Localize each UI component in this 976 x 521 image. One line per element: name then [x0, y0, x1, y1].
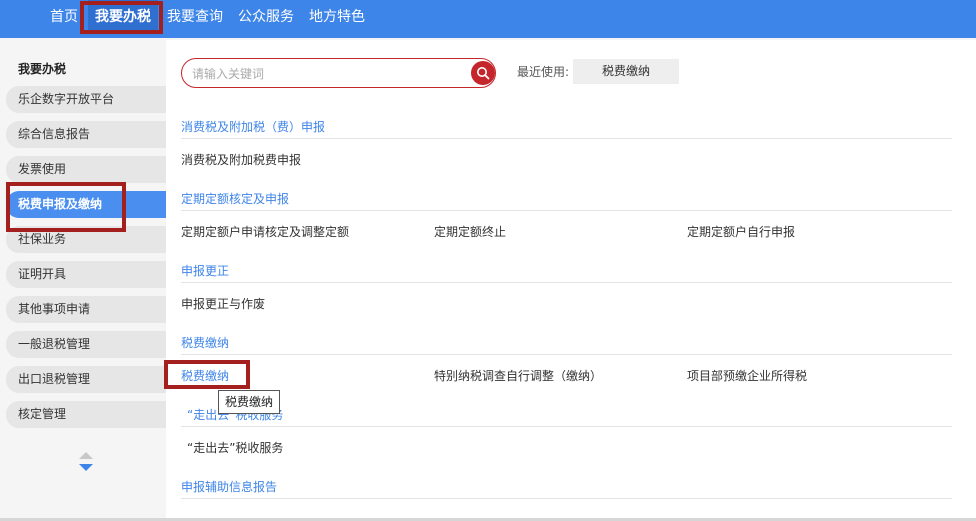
nav-home[interactable]: 首页 [50, 0, 78, 34]
sidebar-item-other-requests[interactable]: 其他事项申请 [6, 296, 166, 323]
sidebar-title: 我要办税 [18, 62, 67, 76]
tooltip: 税费缴纳 [218, 390, 281, 414]
section-title-tax-payment[interactable]: 税费缴纳 [181, 334, 229, 351]
divider [181, 210, 952, 211]
nav-local-features[interactable]: 地方特色 [309, 0, 365, 34]
sidebar-item-tax-declaration[interactable]: 税费申报及缴纳 [6, 191, 166, 218]
search-input[interactable] [192, 64, 462, 84]
sidebar-item-social-security[interactable]: 社保业务 [6, 226, 166, 253]
link-consumption-tax-declare[interactable]: 消费税及附加税费申报 [181, 151, 301, 168]
section-title-fixed-quota[interactable]: 定期定额核定及申报 [181, 190, 289, 207]
divider [181, 138, 952, 139]
scroll-up-icon[interactable] [79, 452, 93, 459]
search-button[interactable] [471, 61, 495, 85]
sidebar-item-assessment[interactable]: 核定管理 [6, 401, 166, 428]
section-title-auxiliary-info[interactable]: 申报辅助信息报告 [181, 478, 277, 495]
sidebar-item-certificate[interactable]: 证明开具 [6, 261, 166, 288]
sidebar-item-info-report[interactable]: 综合信息报告 [6, 121, 166, 148]
main-content: 最近使用: 税费缴纳 消费税及附加税（费）申报 消费税及附加税费申报 定期定额核… [166, 40, 976, 521]
link-correction-void[interactable]: 申报更正与作废 [181, 295, 265, 312]
divider [181, 498, 952, 499]
divider [181, 426, 952, 427]
search-box [181, 58, 496, 88]
section-title-correction[interactable]: 申报更正 [181, 262, 229, 279]
top-nav: 首页 我要办税 我要查询 公众服务 地方特色 [0, 0, 976, 38]
sidebar-item-general-refund[interactable]: 一般退税管理 [6, 331, 166, 358]
link-project-prepaid-income-tax[interactable]: 项目部预缴企业所得税 [687, 367, 807, 384]
sidebar-item-leqi-platform[interactable]: 乐企数字开放平台 [6, 86, 166, 113]
sidebar: 我要办税 乐企数字开放平台 综合信息报告 发票使用 税费申报及缴纳 社保业务 证… [0, 40, 166, 521]
link-fixed-quota-apply[interactable]: 定期定额户申请核定及调整定额 [181, 223, 349, 240]
scroll-down-icon[interactable] [79, 464, 93, 471]
link-tax-payment[interactable]: 税费缴纳 [181, 367, 229, 384]
link-special-adjustment[interactable]: 特别纳税调查自行调整（缴纳） [434, 367, 602, 384]
divider [181, 282, 952, 283]
section-title-consumption-tax[interactable]: 消费税及附加税（费）申报 [181, 118, 325, 135]
sidebar-item-invoice[interactable]: 发票使用 [6, 156, 166, 183]
sidebar-item-export-refund[interactable]: 出口退税管理 [6, 366, 166, 393]
nav-query[interactable]: 我要查询 [167, 0, 223, 34]
link-fixed-quota-self-declare[interactable]: 定期定额户自行申报 [687, 223, 795, 240]
nav-public-service[interactable]: 公众服务 [238, 0, 294, 34]
divider [181, 354, 952, 355]
link-fixed-quota-terminate[interactable]: 定期定额终止 [434, 223, 506, 240]
nav-tax-handling[interactable]: 我要办税 [88, 0, 158, 34]
search-icon [477, 67, 490, 80]
link-going-global-service[interactable]: “走出去”税收服务 [187, 439, 283, 456]
recent-label: 最近使用: [517, 65, 570, 79]
recent-item-tax-payment[interactable]: 税费缴纳 [573, 59, 679, 84]
